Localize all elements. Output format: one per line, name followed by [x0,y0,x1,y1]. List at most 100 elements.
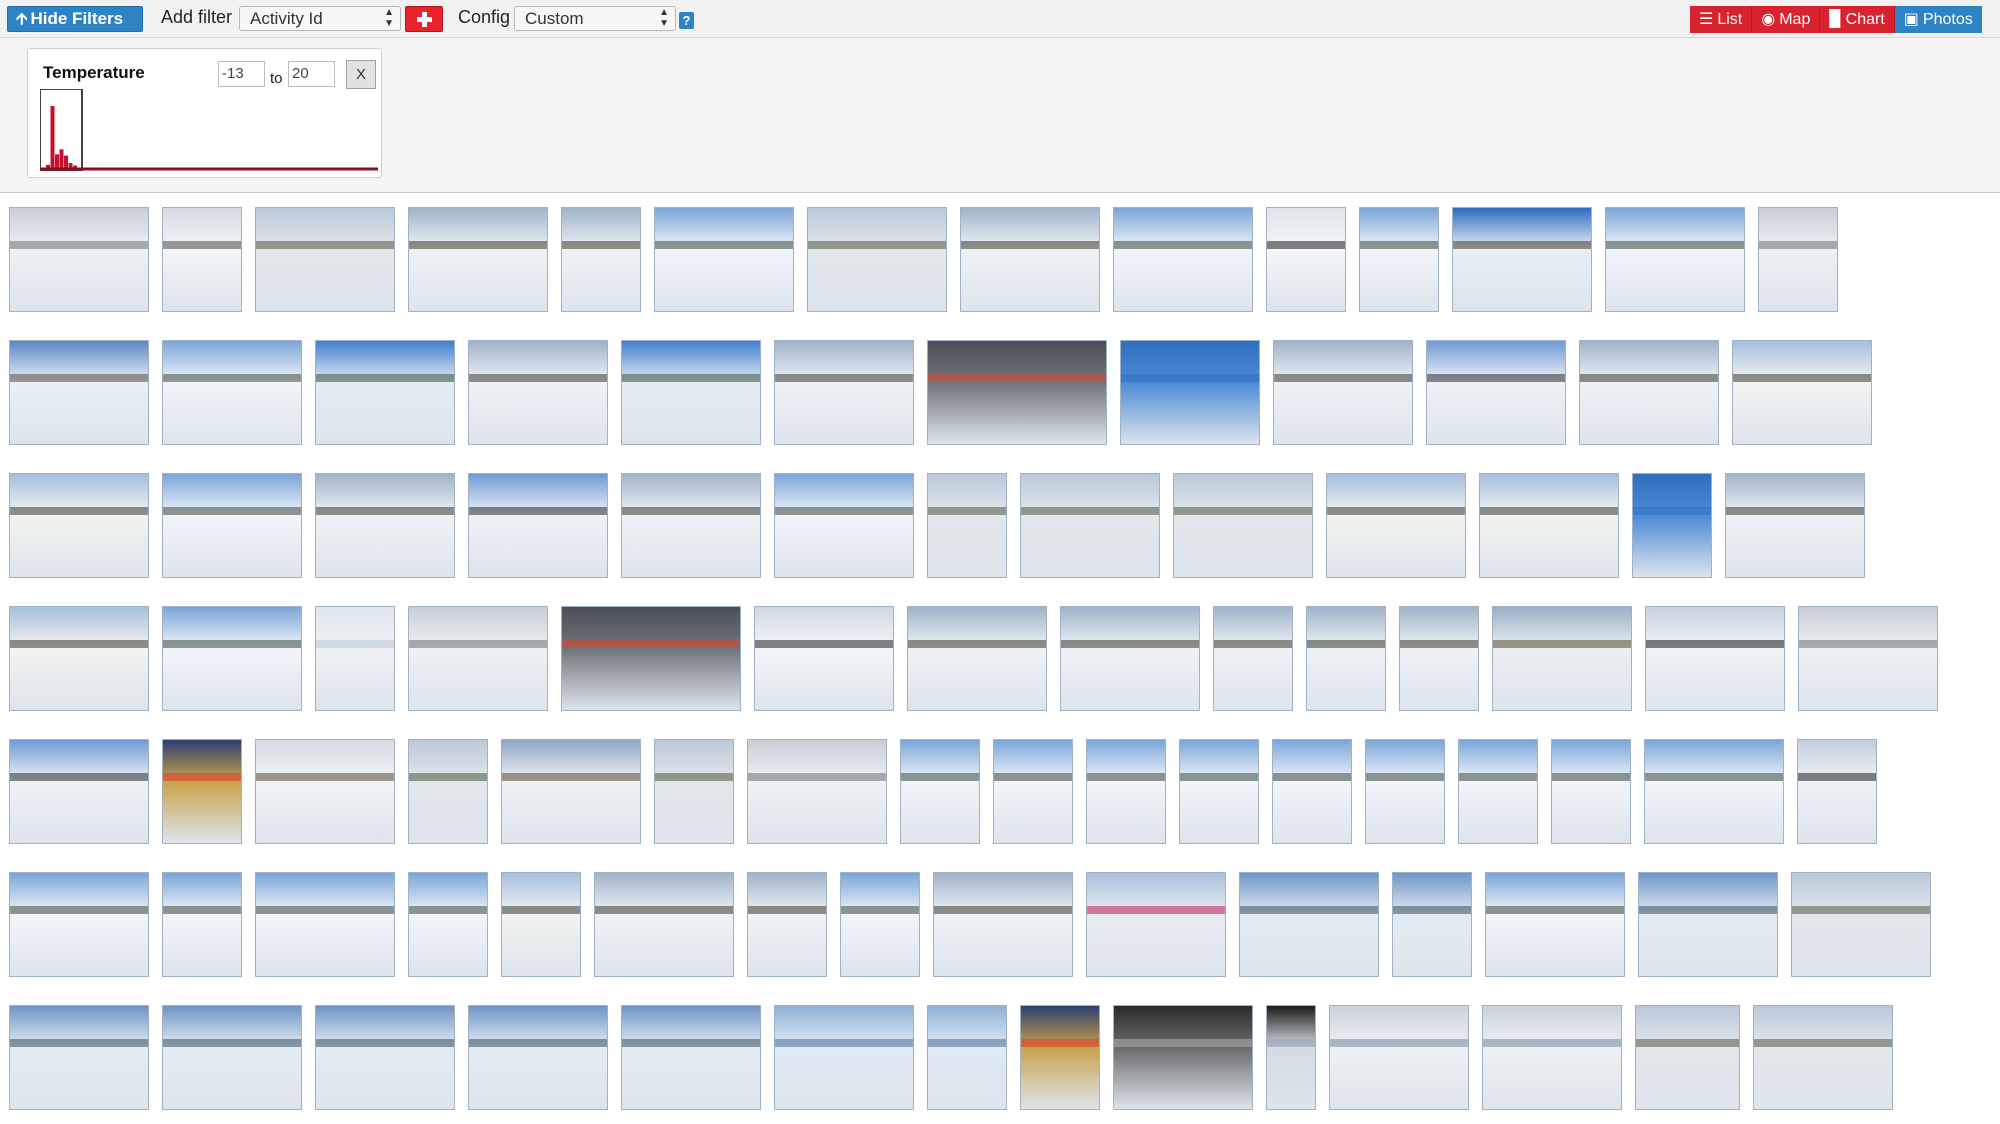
photo-thumbnail[interactable] [9,739,149,844]
photo-thumbnail[interactable] [1086,872,1226,977]
photo-thumbnail[interactable] [1635,1005,1740,1110]
photo-thumbnail[interactable] [1791,872,1931,977]
photo-thumbnail[interactable] [1551,739,1631,844]
help-button[interactable]: ? [679,12,694,29]
photo-thumbnail[interactable] [1113,1005,1253,1110]
photo-thumbnail[interactable] [162,739,242,844]
photo-thumbnail[interactable] [9,340,149,445]
photo-thumbnail[interactable] [1605,207,1745,312]
photo-thumbnail[interactable] [501,872,581,977]
tab-photos[interactable]: ▣ Photos [1894,6,1982,33]
photo-thumbnail[interactable] [1479,473,1619,578]
photo-thumbnail[interactable] [1399,606,1479,711]
photo-thumbnail[interactable] [162,473,302,578]
photo-thumbnail[interactable] [9,473,149,578]
temperature-histogram[interactable] [40,89,380,171]
photo-thumbnail[interactable] [408,872,488,977]
photo-thumbnail[interactable] [654,207,794,312]
photo-thumbnail[interactable] [1753,1005,1893,1110]
hide-filters-button[interactable]: 🡩 Hide Filters [7,6,143,32]
photo-thumbnail[interactable] [1426,340,1566,445]
photo-thumbnail[interactable] [1272,739,1352,844]
photo-thumbnail[interactable] [1239,872,1379,977]
min-temperature-input[interactable]: -13 [218,61,265,87]
photo-thumbnail[interactable] [501,739,641,844]
add-filter-button[interactable] [405,6,443,32]
photo-thumbnail[interactable] [1020,473,1160,578]
photo-thumbnail[interactable] [960,207,1100,312]
photo-thumbnail[interactable] [1452,207,1592,312]
photo-thumbnail[interactable] [1798,606,1938,711]
photo-thumbnail[interactable] [927,473,1007,578]
photo-thumbnail[interactable] [1485,872,1625,977]
photo-thumbnail[interactable] [1179,739,1259,844]
photo-thumbnail[interactable] [9,207,149,312]
photo-thumbnail[interactable] [315,1005,455,1110]
photo-thumbnail[interactable] [654,739,734,844]
tab-chart[interactable]: ▉ Chart [1820,6,1895,33]
photo-thumbnail[interactable] [774,1005,914,1110]
photo-thumbnail[interactable] [1266,1005,1316,1110]
photo-thumbnail[interactable] [1086,739,1166,844]
photo-thumbnail[interactable] [1579,340,1719,445]
photo-thumbnail[interactable] [1359,207,1439,312]
photo-thumbnail[interactable] [774,473,914,578]
photo-thumbnail[interactable] [754,606,894,711]
photo-thumbnail[interactable] [162,1005,302,1110]
photo-thumbnail[interactable] [900,739,980,844]
photo-thumbnail[interactable] [621,340,761,445]
photo-thumbnail[interactable] [255,872,395,977]
photo-thumbnail[interactable] [1273,340,1413,445]
photo-thumbnail[interactable] [162,207,242,312]
photo-thumbnail[interactable] [1113,207,1253,312]
photo-thumbnail[interactable] [933,872,1073,977]
photo-thumbnail[interactable] [315,606,395,711]
photo-thumbnail[interactable] [927,1005,1007,1110]
config-select[interactable]: Custom ▲ ▼ [514,6,676,31]
photo-thumbnail[interactable] [1644,739,1784,844]
photo-thumbnail[interactable] [162,872,242,977]
photo-thumbnail[interactable] [408,739,488,844]
photo-thumbnail[interactable] [468,340,608,445]
photo-thumbnail[interactable] [927,340,1107,445]
photo-thumbnail[interactable] [468,1005,608,1110]
photo-thumbnail[interactable] [1326,473,1466,578]
tab-list[interactable]: ☰ List [1690,6,1753,33]
photo-thumbnail[interactable] [1482,1005,1622,1110]
photo-thumbnail[interactable] [1060,606,1200,711]
photo-thumbnail[interactable] [315,473,455,578]
photo-thumbnail[interactable] [1458,739,1538,844]
photo-thumbnail[interactable] [1213,606,1293,711]
photo-thumbnail[interactable] [774,340,914,445]
photo-thumbnail[interactable] [993,739,1073,844]
photo-thumbnail[interactable] [1365,739,1445,844]
add-filter-select[interactable]: Activity Id ▲ ▼ [239,6,401,31]
photo-thumbnail[interactable] [468,473,608,578]
photo-thumbnail[interactable] [1173,473,1313,578]
tab-map[interactable]: ◉ Map [1752,6,1821,33]
photo-thumbnail[interactable] [255,207,395,312]
photo-thumbnail[interactable] [1638,872,1778,977]
photo-thumbnail[interactable] [162,340,302,445]
photo-thumbnail[interactable] [1266,207,1346,312]
photo-thumbnail[interactable] [408,606,548,711]
photo-thumbnail[interactable] [1725,473,1865,578]
photo-thumbnail[interactable] [1632,473,1712,578]
photo-thumbnail[interactable] [1732,340,1872,445]
photo-thumbnail[interactable] [1645,606,1785,711]
photo-thumbnail[interactable] [561,606,741,711]
photo-thumbnail[interactable] [255,739,395,844]
photo-thumbnail[interactable] [1020,1005,1100,1110]
photo-thumbnail[interactable] [1306,606,1386,711]
remove-filter-button[interactable]: X [346,60,376,89]
max-temperature-input[interactable]: 20 [288,61,335,87]
photo-thumbnail[interactable] [408,207,548,312]
photo-thumbnail[interactable] [9,872,149,977]
photo-thumbnail[interactable] [315,340,455,445]
photo-thumbnail[interactable] [9,606,149,711]
photo-thumbnail[interactable] [1120,340,1260,445]
photo-thumbnail[interactable] [807,207,947,312]
photo-thumbnail[interactable] [1492,606,1632,711]
photo-thumbnail[interactable] [594,872,734,977]
photo-thumbnail[interactable] [621,1005,761,1110]
